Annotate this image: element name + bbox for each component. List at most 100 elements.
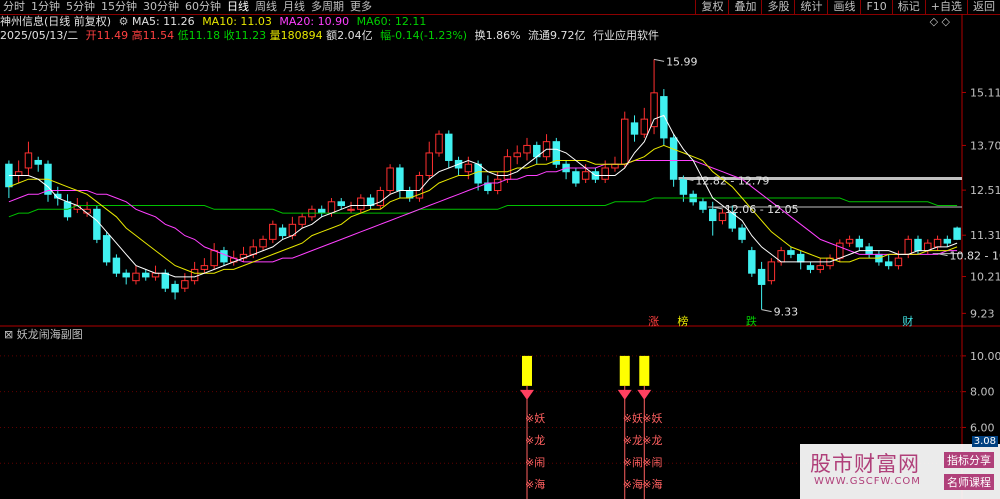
event-label: 跌 [746,314,757,328]
candle-body [708,208,717,222]
signal-char: ※闹 [525,456,545,469]
candle-body [806,265,815,270]
price-annotation: 12.82 - 12.79 [695,174,769,187]
signal-char: ※海 [623,477,643,491]
candle-body [757,268,766,285]
ma5-line [8,114,958,278]
event-label: 涨 [648,315,659,328]
candle-body [396,167,404,192]
watermark-tag-course: 名师课程 [944,474,994,490]
watermark-url: WWW.GSCFW.COM [814,476,921,487]
price-annotation: 12.06 - 12.05 [725,203,799,216]
candle-body [102,235,111,263]
candle-body [933,238,942,248]
candle-body [943,238,952,244]
candle-body [669,137,678,180]
candle-body [513,152,521,158]
candle-body [914,238,922,252]
candle-body [650,92,658,128]
candle-body [445,133,453,161]
candle-body [122,272,130,278]
candle-body [640,118,649,135]
event-label: 榜 [677,314,688,328]
watermark-tag-indicator: 指标分享 [944,452,994,468]
candle-body [493,178,502,192]
candle-body [572,171,580,184]
sub-y-tick-label: 10.00 [970,350,1000,363]
candle-body [151,272,160,278]
candle-body [425,152,433,176]
candle-body [190,268,199,282]
signal-char: ※闹 [623,456,643,469]
signal-char: ※海 [525,477,545,491]
candle-body [699,201,707,210]
sub-y-tick-label: 6.00 [970,421,995,434]
signal-bar [521,355,532,386]
candle-body [435,133,443,154]
candle-body [34,159,42,165]
kline-chart[interactable]: 15.11 13.70 12.51 11.31 10.21 9.23 10.00 8.00 6.… [0,0,1000,499]
sub-chart-name: 妖龙闹海副图 [16,328,83,341]
candle-body [474,163,482,184]
candle-body [611,163,619,169]
candle-body [132,272,140,282]
candle-body [327,201,336,214]
candle-body [679,178,688,195]
candle-body [884,261,893,267]
candle-body [171,283,179,293]
y-tick-label: 15.11 [970,86,1000,99]
signal-bar [639,355,650,386]
signal-diamond-icon [519,389,534,400]
signal-char: ※龙 [642,434,662,447]
candle-body [787,250,795,255]
annotation-pointer [653,58,665,62]
candle-body [894,257,903,267]
candle-body [816,265,824,270]
signal-char: ※龙 [623,434,643,447]
candle-body [93,208,101,240]
candle-body [855,238,864,248]
signal-diamond-icon [617,389,632,400]
candle-body [748,250,756,274]
candle-body [200,265,209,270]
signal-char: ※妖 [642,411,662,425]
candle-body [278,227,287,237]
price-annotation: 9.33 [774,306,799,319]
candle-body [259,238,267,248]
candle-body [210,250,218,267]
watermark-logo: 股市财富网 [810,452,920,476]
candle-body [904,238,912,255]
signal-char: ※海 [642,477,662,491]
candle-body [836,242,844,259]
candle-body [142,272,150,278]
candle-body [738,227,746,240]
candle-body [24,152,33,169]
signal-char: ※龙 [525,434,545,447]
signal-char: ※闹 [642,456,662,469]
site-watermark: 股市财富网 WWW.GSCFW.COM 指标分享 名师课程 [800,444,1000,499]
signal-char: ※妖 [525,411,545,425]
sub-axis-readout: 3.08 [971,436,998,447]
event-label: 财 [902,314,913,328]
sub-chart-title: ⊠ 妖龙闹海副图 [4,328,83,342]
candle-body [845,238,854,244]
candle-body [581,171,590,180]
y-tick-label: 12.51 [970,184,1000,197]
candle-body [317,208,326,214]
collapse-icon[interactable]: ⊠ [4,328,13,341]
candle-body [14,171,23,176]
candle-body [386,167,394,192]
signal-bar [619,355,630,386]
candle-body [630,122,639,135]
candle-body [376,190,385,207]
sub-y-tick-label: 8.00 [970,386,995,399]
candle-body [220,250,228,263]
y-tick-label: 11.31 [970,229,1000,242]
candle-body [953,227,961,240]
candle-body [357,197,365,210]
candle-body [347,208,355,211]
y-tick-label: 13.70 [970,139,1000,152]
candle-body [767,261,776,282]
candle-body [112,257,121,274]
price-annotation: 15.99 [666,55,698,68]
